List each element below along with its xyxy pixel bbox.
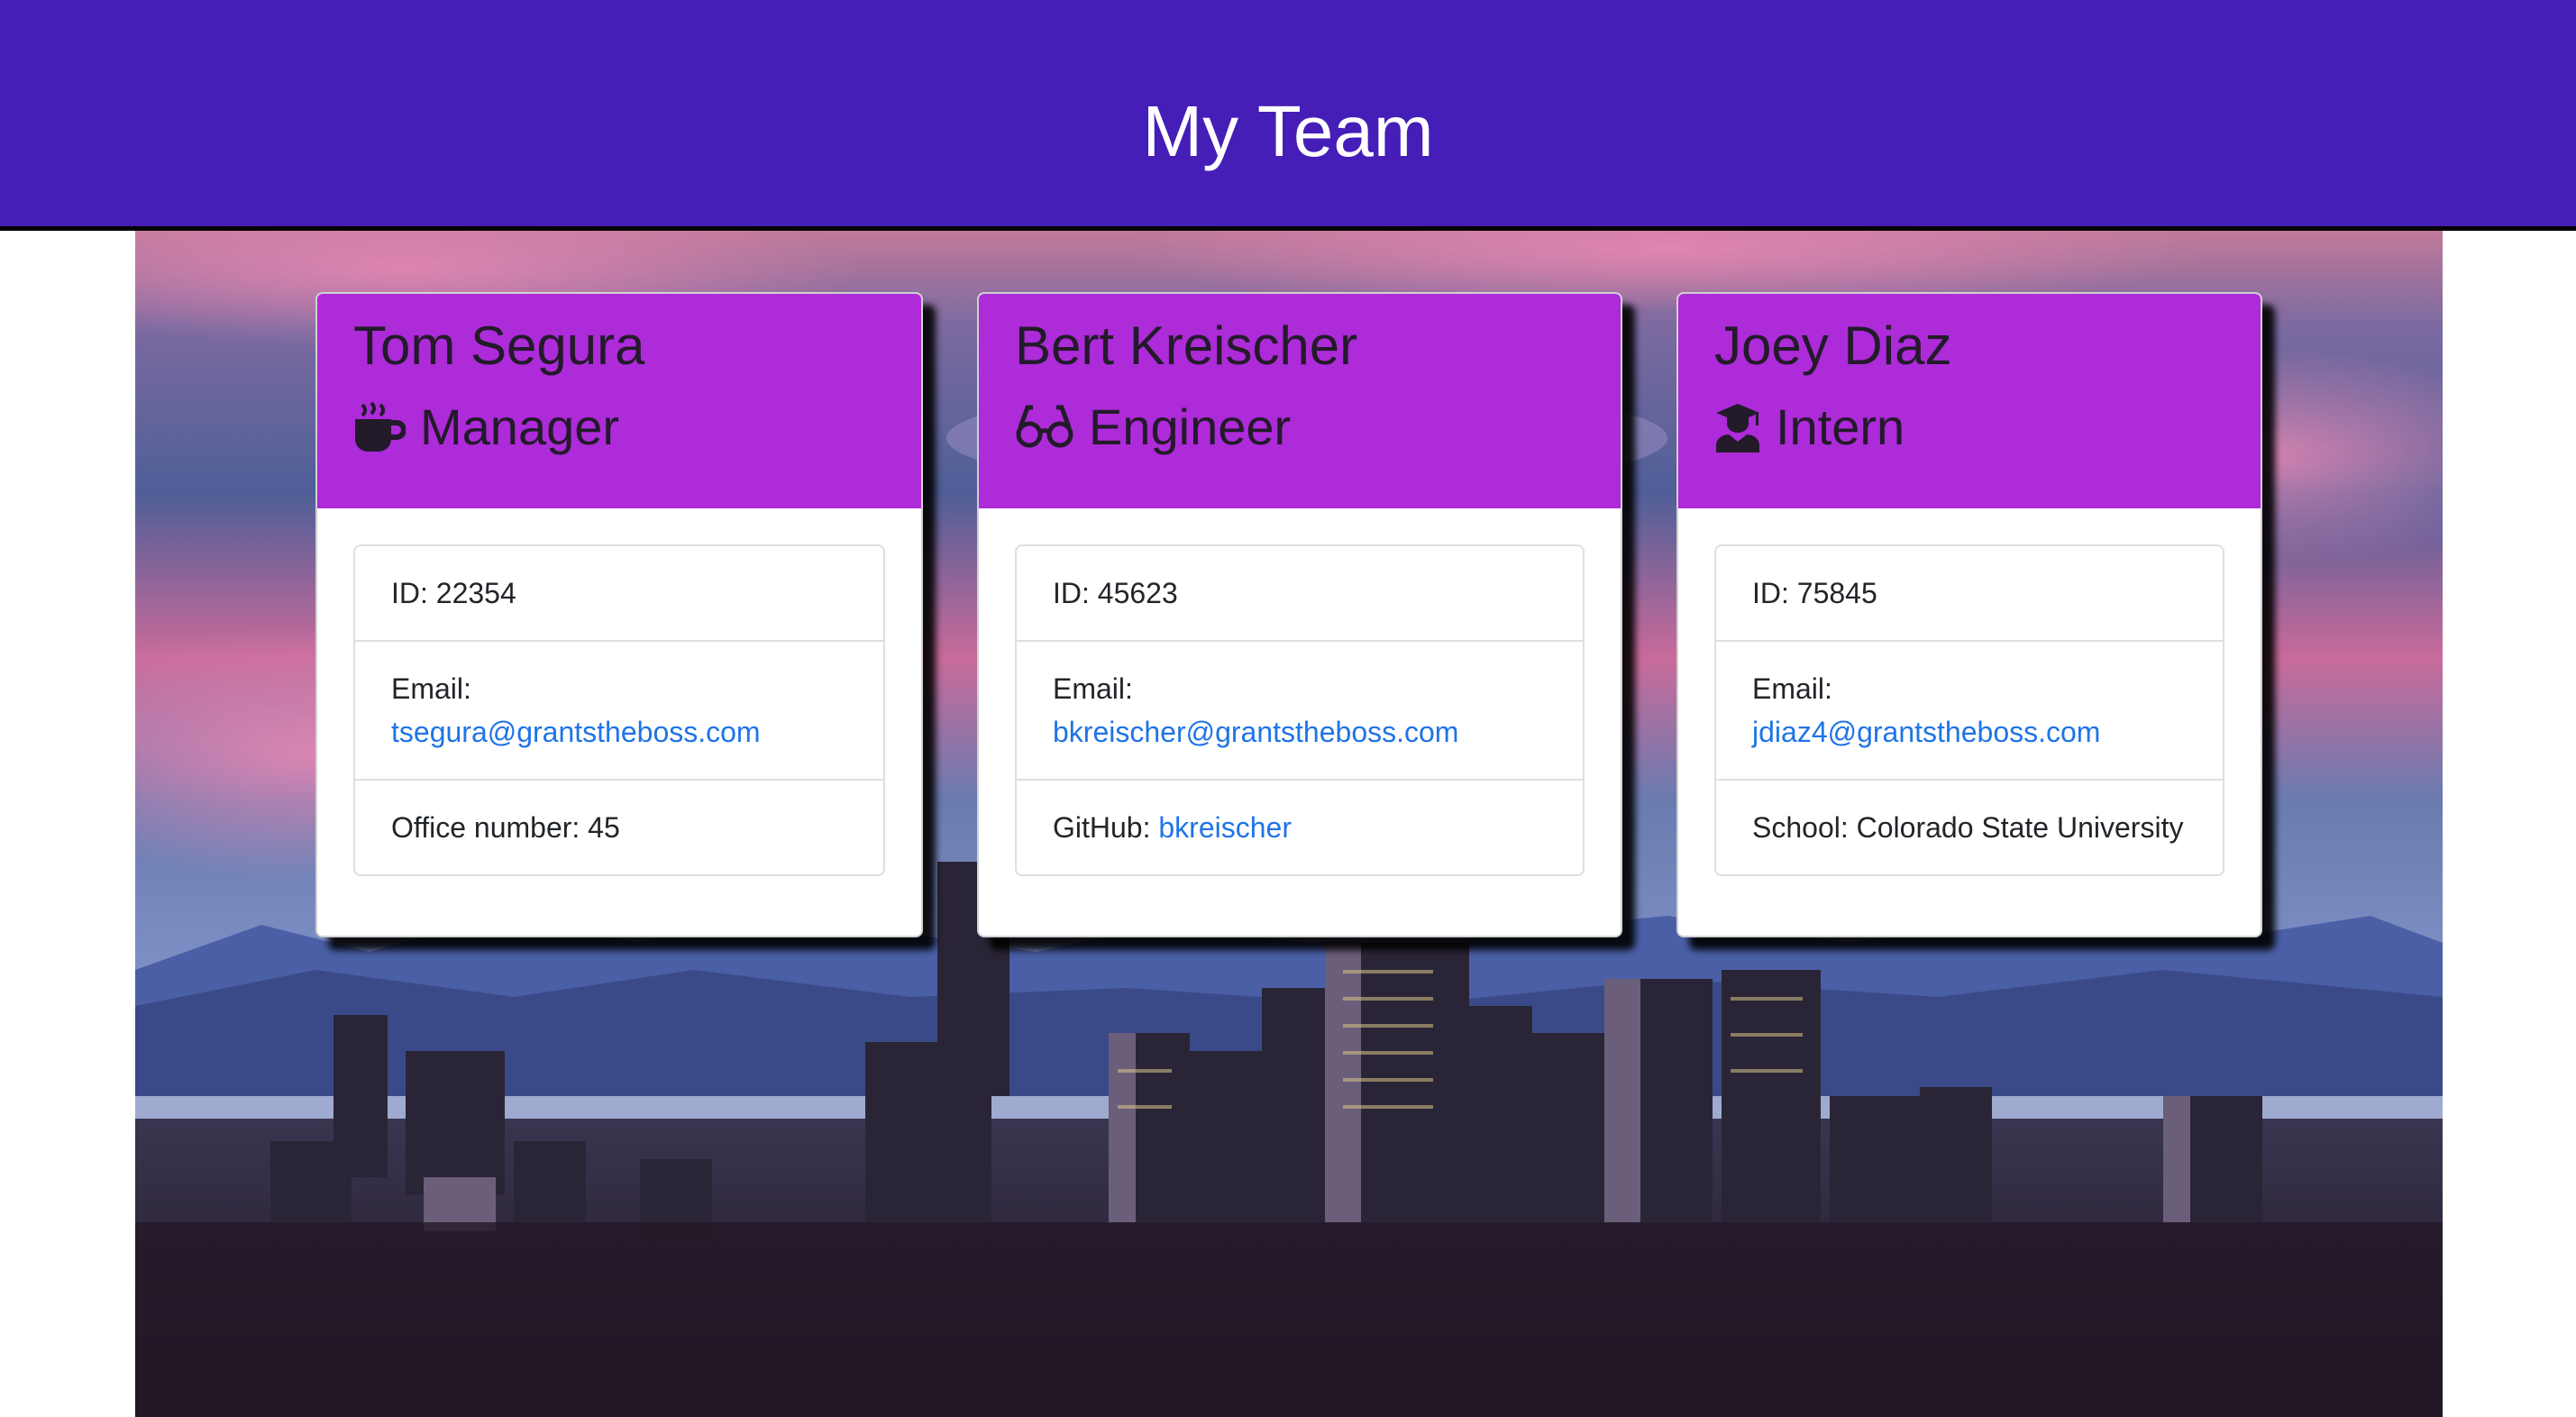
github-row: GitHub: bkreischer bbox=[1017, 779, 1583, 874]
employee-role: Intern bbox=[1714, 398, 2224, 456]
employee-card-manager: Tom Segura Manager ID: 22354 Email: tseg… bbox=[315, 292, 923, 937]
employee-id: ID: 75845 bbox=[1752, 577, 1877, 609]
employee-email-row: Email: jdiaz4@grantstheboss.com bbox=[1716, 640, 2223, 779]
card-header: Bert Kreischer Engineer bbox=[979, 294, 1621, 508]
employee-role-label: Intern bbox=[1776, 398, 1905, 455]
employee-role: Manager bbox=[353, 398, 885, 456]
github-link[interactable]: bkreischer bbox=[1158, 811, 1292, 844]
coffee-mug-icon bbox=[353, 401, 406, 453]
employee-email-row: Email: tsegura@grantstheboss.com bbox=[355, 640, 883, 779]
employee-name: Joey Diaz bbox=[1714, 315, 1952, 376]
employee-details-list: ID: 75845 Email: jdiaz4@grantstheboss.co… bbox=[1714, 544, 2224, 876]
employee-role: Engineer bbox=[1015, 398, 1585, 456]
glasses-icon bbox=[1015, 404, 1074, 451]
employee-role-label: Engineer bbox=[1089, 398, 1292, 455]
email-label: Email: bbox=[1053, 672, 1133, 705]
employee-role-label: Manager bbox=[420, 398, 620, 455]
employee-details-list: ID: 22354 Email: tsegura@grantstheboss.c… bbox=[353, 544, 885, 876]
graduate-icon bbox=[1714, 402, 1761, 453]
employee-card-engineer: Bert Kreischer Engineer ID: 45623 Email: bbox=[977, 292, 1622, 937]
employee-id: ID: 45623 bbox=[1053, 577, 1178, 609]
email-link[interactable]: bkreischer@grantstheboss.com bbox=[1053, 716, 1458, 748]
email-link[interactable]: tsegura@grantstheboss.com bbox=[391, 716, 761, 748]
employee-id: ID: 22354 bbox=[391, 577, 516, 609]
page-title: My Team bbox=[1142, 90, 1434, 171]
email-label: Email: bbox=[1752, 672, 1832, 705]
employee-name: Tom Segura bbox=[353, 315, 645, 376]
email-label: Email: bbox=[391, 672, 471, 705]
employee-details-list: ID: 45623 Email: bkreischer@grantsthebos… bbox=[1015, 544, 1585, 876]
page-header: My Team bbox=[0, 0, 2576, 231]
employee-card-intern: Joey Diaz Intern ID: 75845 Email: jdiaz4… bbox=[1676, 292, 2262, 937]
card-header: Tom Segura Manager bbox=[317, 294, 921, 508]
employee-email-row: Email: bkreischer@grantstheboss.com bbox=[1017, 640, 1583, 779]
email-link[interactable]: jdiaz4@grantstheboss.com bbox=[1752, 716, 2100, 748]
employee-name: Bert Kreischer bbox=[1015, 315, 1358, 376]
card-header: Joey Diaz Intern bbox=[1678, 294, 2261, 508]
github-label: GitHub: bbox=[1053, 811, 1159, 844]
office-number: Office number: 45 bbox=[355, 779, 883, 874]
school-row: School: Colorado State University bbox=[1716, 779, 2223, 874]
page: My Team Tom Segura Manager ID: 22354 Ema… bbox=[0, 0, 2576, 1417]
